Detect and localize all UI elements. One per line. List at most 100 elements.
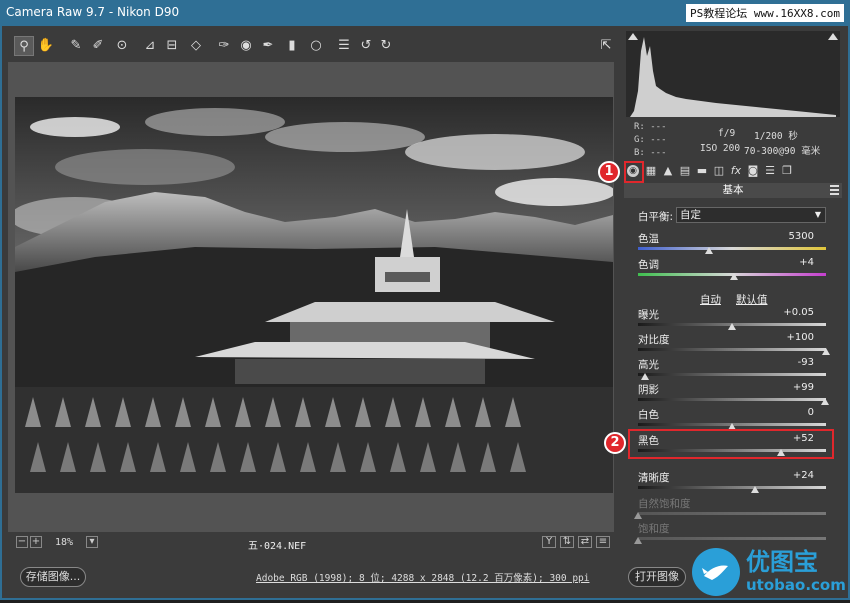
contrast-value[interactable]: +100 bbox=[774, 332, 814, 343]
g-label: G: bbox=[634, 135, 645, 145]
preferences-icon[interactable]: ☰ bbox=[334, 36, 354, 56]
zoom-in-button[interactable]: + bbox=[30, 536, 42, 548]
contrast-slider-track[interactable] bbox=[638, 348, 826, 351]
shadows-value[interactable]: +99 bbox=[774, 382, 814, 393]
exposure-label: 曝光 bbox=[638, 309, 659, 321]
highlights-slider-track[interactable] bbox=[638, 373, 826, 376]
rotate-left-icon[interactable]: ↺ bbox=[356, 36, 376, 56]
workflow-options-link[interactable]: Adobe RGB (1998); 8 位; 4288 x 2848 (12.2… bbox=[256, 570, 589, 584]
y-view-button[interactable]: Y bbox=[542, 536, 556, 548]
transform-icon[interactable]: ◇ bbox=[186, 36, 206, 56]
highlights-slider-thumb[interactable] bbox=[640, 373, 649, 380]
tint-value[interactable]: +4 bbox=[774, 257, 814, 268]
fullscreen-icon[interactable]: ⇱ bbox=[596, 36, 616, 56]
shadows-slider-track[interactable] bbox=[638, 398, 826, 401]
before-after-icon[interactable]: ⇅ bbox=[560, 536, 574, 548]
targeted-adjustment-icon[interactable]: ⊙ bbox=[112, 36, 132, 56]
rotate-right-icon[interactable]: ↻ bbox=[376, 36, 396, 56]
white-balance-icon[interactable]: ✎ bbox=[66, 36, 86, 56]
preview-settings-icon[interactable]: ≡ bbox=[596, 536, 610, 548]
r-label: R: bbox=[634, 122, 645, 132]
default-link[interactable]: 默认值 bbox=[736, 292, 768, 307]
contrast-slider-thumb[interactable] bbox=[822, 348, 830, 355]
clarity-slider-track[interactable] bbox=[638, 486, 826, 489]
swap-icon[interactable]: ⇄ bbox=[578, 536, 592, 548]
temp-label: 色温 bbox=[638, 233, 659, 245]
graduated-filter-icon[interactable]: ▮ bbox=[282, 36, 302, 56]
iso: ISO 200 bbox=[700, 143, 741, 154]
color-sampler-icon[interactable]: ✐ bbox=[88, 36, 108, 56]
whites-value[interactable]: 0 bbox=[774, 407, 814, 418]
clarity-label: 清晰度 bbox=[638, 472, 670, 484]
lens-corrections-tab-icon[interactable]: ◫ bbox=[712, 163, 726, 179]
temp-value[interactable]: 5300 bbox=[774, 231, 814, 242]
presets-tab-icon[interactable]: ☰ bbox=[763, 163, 777, 179]
save-image-button[interactable]: 存储图像... bbox=[20, 567, 86, 587]
effects-tab-icon[interactable]: fx bbox=[729, 163, 743, 179]
vibrance-slider-track[interactable] bbox=[638, 512, 826, 515]
zoom-level[interactable]: 18% bbox=[55, 537, 73, 548]
lens: 70-300@90 毫米 bbox=[744, 146, 821, 157]
spot-removal-icon[interactable]: ✑ bbox=[214, 36, 234, 56]
red-eye-removal-icon[interactable]: ◉ bbox=[236, 36, 256, 56]
clarity-value[interactable]: +24 bbox=[774, 470, 814, 481]
shadow-clipping-warning-icon[interactable] bbox=[628, 33, 638, 40]
histogram bbox=[626, 31, 840, 117]
radial-filter-icon[interactable]: ○ bbox=[306, 36, 326, 56]
temp-slider-track[interactable] bbox=[638, 247, 826, 250]
preview-image[interactable] bbox=[15, 97, 613, 493]
logo: 优图宝 utobao.com bbox=[690, 538, 850, 600]
title-bar: Camera Raw 9.7 - Nikon D90 PS教程论坛 www.16… bbox=[0, 0, 850, 26]
r-value: --- bbox=[650, 122, 667, 132]
exposure-value[interactable]: +0.05 bbox=[774, 307, 814, 318]
hsl-tab-icon[interactable]: ▤ bbox=[678, 163, 692, 179]
crop-icon[interactable]: ⊿ bbox=[140, 36, 160, 56]
auto-link[interactable]: 自动 bbox=[700, 292, 721, 307]
aperture: f/9 bbox=[718, 128, 736, 139]
clarity-slider-thumb[interactable] bbox=[750, 486, 759, 493]
split-toning-tab-icon[interactable]: ▬ bbox=[695, 163, 709, 179]
panel-tab-highlight bbox=[624, 161, 644, 183]
white-balance-value: 自定 bbox=[680, 209, 701, 221]
zoom-icon[interactable]: ⚲ bbox=[14, 36, 34, 56]
detail-tab-icon[interactable]: ▲ bbox=[661, 163, 675, 179]
zoom-dropdown-icon[interactable]: ▾ bbox=[86, 536, 98, 548]
saturation-slider-thumb[interactable] bbox=[634, 537, 642, 544]
panel-tabs: ◉ ▦ ▲ ▤ ▬ ◫ fx ◙ ☰ ❐ bbox=[624, 162, 842, 182]
window-title: Camera Raw 9.7 - Nikon D90 bbox=[6, 5, 180, 19]
tone-curve-tab-icon[interactable]: ▦ bbox=[644, 163, 658, 179]
snapshots-tab-icon[interactable]: ❐ bbox=[780, 163, 794, 179]
zoom-out-button[interactable]: − bbox=[16, 536, 28, 548]
camera-calibration-tab-icon[interactable]: ◙ bbox=[746, 163, 760, 179]
hand-icon[interactable]: ✋ bbox=[36, 36, 56, 56]
panel-title: 基本 bbox=[624, 183, 842, 198]
whites-label: 白色 bbox=[638, 409, 659, 421]
tint-slider-thumb[interactable] bbox=[729, 273, 738, 280]
toolbar: ⚲ ✋ ✎ ✐ ⊙ ⊿ ⊟ ◇ ✑ ◉ ✒ ▮ ○ ☰ ↺ ↻ bbox=[8, 32, 614, 60]
panel-menu-icon[interactable] bbox=[830, 185, 839, 195]
blacks-slider-highlight bbox=[628, 429, 834, 459]
b-label: B: bbox=[634, 148, 645, 158]
g-value: --- bbox=[650, 135, 667, 145]
highlights-label: 高光 bbox=[638, 359, 659, 371]
logo-text: 优图宝 bbox=[746, 548, 818, 576]
adjustment-brush-icon[interactable]: ✒ bbox=[258, 36, 278, 56]
white-balance-select[interactable]: 自定 ▼ bbox=[676, 207, 826, 223]
status-bar: − + 18% ▾ 五·024.NEF Y ⇅ ⇄ ≡ bbox=[8, 535, 614, 553]
b-value: --- bbox=[650, 148, 667, 158]
shadows-label: 阴影 bbox=[638, 384, 659, 396]
rgb-readout: R: --- G: --- B: --- f/9 1/200 秒 ISO 200… bbox=[626, 118, 840, 160]
chevron-down-icon: ▼ bbox=[814, 210, 821, 219]
shutter-speed: 1/200 秒 bbox=[754, 131, 798, 142]
vibrance-slider-thumb[interactable] bbox=[634, 512, 642, 519]
watermark-text: PS教程论坛 www.16XX8.com bbox=[686, 4, 844, 22]
annotation-badge-2: 2 bbox=[604, 432, 626, 454]
highlights-value[interactable]: -93 bbox=[774, 357, 814, 368]
open-image-button[interactable]: 打开图像 bbox=[628, 567, 686, 587]
straighten-icon[interactable]: ⊟ bbox=[162, 36, 182, 56]
shadows-slider-thumb[interactable] bbox=[821, 398, 830, 405]
exposure-slider-thumb[interactable] bbox=[728, 323, 736, 330]
temp-slider-thumb[interactable] bbox=[705, 247, 714, 254]
white-balance-label: 白平衡: bbox=[638, 211, 674, 223]
highlight-clipping-warning-icon[interactable] bbox=[828, 33, 838, 40]
